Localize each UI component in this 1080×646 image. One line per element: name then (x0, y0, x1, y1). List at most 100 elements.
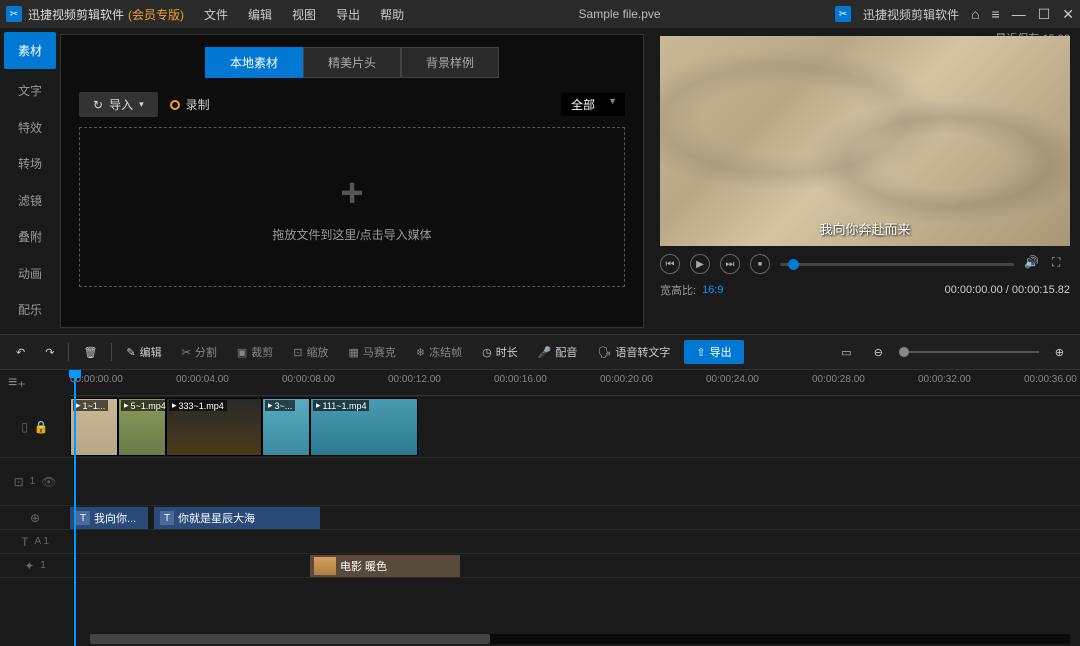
ruler-tick: 00:00:24.00 (706, 374, 759, 385)
video-clip[interactable]: ▸111~1.mp4 (310, 398, 418, 456)
record-label: 录制 (186, 96, 210, 113)
app-name-right: 迅捷视频剪辑软件 (863, 6, 959, 23)
app-name: 迅捷视频剪辑软件 (28, 6, 124, 23)
sidetab-filter[interactable]: 滤镜 (0, 182, 60, 219)
video-track[interactable]: ▯ 🔒 ▸1~1... ▸5~1.mp4 ▸333~1.mp4 ▸3~... ▸… (0, 396, 1080, 458)
sidetab-text[interactable]: 文字 (0, 73, 60, 110)
dub-button[interactable]: 🎤配音 (532, 341, 584, 363)
ruler-tick: 00:00:20.00 (600, 374, 653, 385)
menu-file[interactable]: 文件 (204, 6, 228, 23)
home-icon[interactable]: ⌂ (971, 6, 979, 22)
text-track[interactable]: ⊕ T 我向你... T 你就是星辰大海 (0, 506, 1080, 530)
title-bar: ✂ 迅捷视频剪辑软件 (会员专版) 文件 编辑 视图 导出 帮助 Sample … (0, 0, 1080, 28)
media-tab-local[interactable]: 本地素材 (205, 47, 303, 78)
zoom-button[interactable]: ⊡缩放 (287, 341, 334, 363)
split-button[interactable]: ✂分割 (176, 341, 223, 363)
eye-icon[interactable]: 👁 (41, 475, 56, 489)
clock-icon: ◷ (482, 346, 492, 359)
menu-view[interactable]: 视图 (292, 6, 316, 23)
zoom-in-button[interactable]: ⊕ (1049, 343, 1070, 362)
seek-handle[interactable] (788, 259, 799, 270)
video-clip[interactable]: ▸333~1.mp4 (166, 398, 262, 456)
text-clip-icon: T (160, 511, 174, 525)
pip-track[interactable]: ⊡1 👁 (0, 458, 1080, 506)
ruler-tick: 00:00:04.00 (176, 374, 229, 385)
redo-button[interactable]: ↷ (39, 343, 60, 362)
preview-video[interactable]: 我向你奔赴而来 (660, 36, 1070, 246)
delete-button[interactable]: 🗑 (77, 343, 103, 362)
playhead[interactable] (74, 370, 76, 646)
seek-bar[interactable] (780, 263, 1014, 266)
minimize-button[interactable]: — (1012, 6, 1026, 22)
media-tab-background[interactable]: 背景样例 (401, 47, 499, 78)
video-track-head[interactable]: ▯ 🔒 (0, 396, 70, 457)
video-clip[interactable]: ▸5~1.mp4 (118, 398, 166, 456)
text-clip[interactable]: T 你就是星辰大海 (154, 507, 320, 529)
volume-icon[interactable]: 🔊 (1024, 255, 1042, 273)
preview-panel: 我向你奔赴而来 ⏮ ▶ ⏭ ■ 🔊 ⛶ 宽高比: 16:9 00:00:00.0… (650, 28, 1080, 328)
time-display: 00:00:00.00 / 00:00:15.82 (945, 284, 1070, 296)
pip-track-head[interactable]: ⊡1 👁 (0, 458, 70, 505)
menu-edit[interactable]: 编辑 (248, 6, 272, 23)
aspect-label: 宽高比: (660, 282, 696, 298)
timeline-scrollbar[interactable] (90, 634, 1070, 644)
undo-button[interactable]: ↶ (10, 343, 31, 362)
play-button[interactable]: ▶ (690, 254, 710, 274)
next-frame-button[interactable]: ⏭ (720, 254, 740, 274)
zoom-out-button[interactable]: ⊖ (868, 343, 889, 362)
sidetab-effects[interactable]: 特效 (0, 109, 60, 146)
subtitle-track[interactable]: TA 1 (0, 530, 1080, 554)
menu-icon[interactable]: ≡ (992, 6, 1000, 22)
prev-frame-button[interactable]: ⏮ (660, 254, 680, 274)
timeline: ≡₊ 00:00:00.00 00:00:04.00 00:00:08.00 0… (0, 370, 1080, 646)
menu-export[interactable]: 导出 (336, 6, 360, 23)
crop-button[interactable]: ▣裁剪 (231, 341, 279, 363)
zoom-slider[interactable] (899, 351, 1039, 353)
filter-dropdown[interactable]: 全部 (561, 93, 625, 116)
aspect-value[interactable]: 16:9 (702, 284, 723, 296)
timeline-ruler[interactable]: 00:00:00.00 00:00:04.00 00:00:08.00 00:0… (70, 370, 1080, 396)
sidetab-music[interactable]: 配乐 (0, 292, 60, 329)
fullscreen-icon[interactable]: ⛶ (1052, 255, 1070, 273)
import-label: 导入 (109, 96, 133, 113)
duration-button[interactable]: ◷时长 (476, 341, 524, 363)
effect-track-head[interactable]: ✦1 (0, 554, 70, 577)
import-button[interactable]: ↻ 导入 ▾ (79, 92, 158, 117)
filter-thumb (314, 557, 336, 575)
text-clip[interactable]: T 我向你... (70, 507, 148, 529)
close-button[interactable]: ✕ (1062, 6, 1074, 23)
sidetab-material[interactable]: 素材 (4, 32, 56, 69)
zoom-handle[interactable] (899, 347, 909, 357)
stt-button[interactable]: 🗣语音转文字 (591, 341, 676, 363)
freeze-button[interactable]: ❄冻结帧 (410, 341, 468, 363)
scrollbar-thumb[interactable] (90, 634, 490, 644)
lock-icon[interactable]: 🔒 (34, 420, 49, 434)
record-button[interactable]: 录制 (170, 96, 210, 113)
video-clip[interactable]: ▸3~... (262, 398, 310, 456)
ruler-tick: 00:00:32.00 (918, 374, 971, 385)
media-dropzone[interactable]: + 拖放文件到这里/点击导入媒体 (79, 127, 625, 287)
export-icon: ⇧ (696, 346, 705, 359)
filter-clip[interactable]: 电影 暖色 (310, 555, 460, 577)
text-track-head[interactable]: ⊕ (0, 506, 70, 529)
document-filename: Sample file.pve (404, 7, 835, 21)
video-clip[interactable]: ▸1~1... (70, 398, 118, 456)
add-track-button[interactable]: ≡₊ (8, 372, 26, 392)
menu-help[interactable]: 帮助 (380, 6, 404, 23)
fit-button[interactable]: ▭ (835, 343, 857, 362)
subtitle-track-head[interactable]: TA 1 (0, 530, 70, 553)
maximize-button[interactable]: ☐ (1038, 6, 1051, 23)
sidetab-overlay[interactable]: 叠附 (0, 219, 60, 256)
filter-selected: 全部 (571, 98, 595, 112)
export-button[interactable]: ⇧导出 (684, 340, 743, 364)
crop-icon: ▣ (237, 346, 247, 359)
sidetab-animation[interactable]: 动画 (0, 255, 60, 292)
stop-button[interactable]: ■ (750, 254, 770, 274)
media-tab-intro[interactable]: 精美片头 (303, 47, 401, 78)
effect-track[interactable]: ✦1 电影 暖色 (0, 554, 1080, 578)
mosaic-button[interactable]: ▦马赛克 (342, 341, 401, 363)
sidetab-transition[interactable]: 转场 (0, 146, 60, 183)
text-clip-icon: T (76, 511, 90, 525)
plus-icon: + (340, 171, 363, 216)
edit-button[interactable]: ✎编辑 (120, 341, 167, 363)
